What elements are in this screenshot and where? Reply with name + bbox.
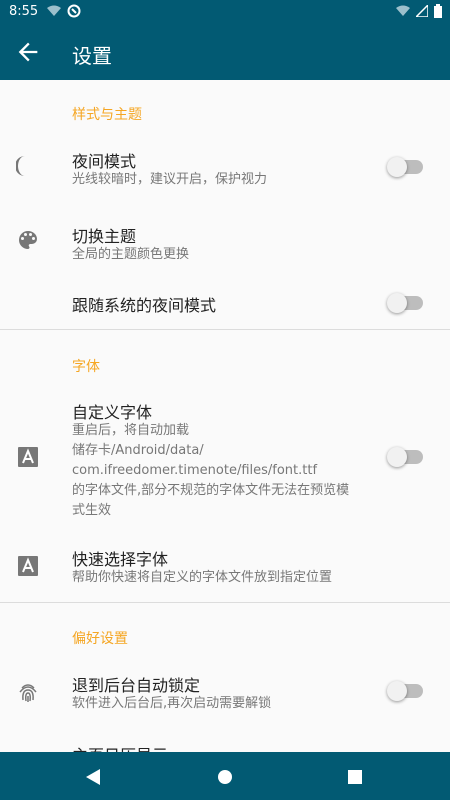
- auto-lock-switch[interactable]: [387, 680, 423, 701]
- palette-icon: [19, 231, 37, 249]
- auto-lock-title: 退到后台自动锁定: [72, 676, 201, 695]
- app-bar: 设置: [0, 24, 450, 80]
- section-title-style: 样式与主题: [72, 107, 142, 123]
- home-circle-icon[interactable]: [214, 766, 236, 788]
- wifi-off-icon: [396, 5, 410, 16]
- section-title-font: 字体: [72, 359, 100, 375]
- divider: [0, 602, 450, 603]
- auto-lock-summary: 软件进入后台后,再次启动需要解锁: [72, 696, 272, 711]
- follow-system-title: 跟随系统的夜间模式: [72, 296, 217, 315]
- back-triangle-icon[interactable]: [82, 766, 104, 788]
- page-title: 设置: [72, 44, 112, 68]
- divider: [0, 329, 450, 330]
- section-title-prefs: 偏好设置: [72, 631, 128, 647]
- wifi-icon: [47, 5, 61, 16]
- follow-system-switch[interactable]: [387, 292, 423, 313]
- setting-auto-lock[interactable]: 退到后台自动锁定 软件进入后台后,再次启动需要解锁: [0, 658, 450, 728]
- night-mode-switch[interactable]: [387, 156, 423, 177]
- custom-font-summary-4: 的字体文件,部分不规范的字体文件无法在预览模: [72, 483, 350, 498]
- custom-font-title: 自定义字体: [72, 403, 153, 422]
- quick-font-title: 快速选择字体: [72, 550, 169, 569]
- setting-theme[interactable]: 切换主题 全局的主题颜色更换: [0, 205, 450, 275]
- status-bar: 8:55: [0, 0, 450, 24]
- night-mode-summary: 光线较暗时，建议开启，保护视力: [72, 172, 268, 187]
- home-show-title: 主页日历显示: [72, 742, 168, 752]
- font-icon: [18, 556, 38, 576]
- setting-quick-font[interactable]: 快速选择字体 帮助你快速将自定义的字体文件放到指定位置: [0, 532, 450, 600]
- status-time: 8:55: [9, 4, 39, 19]
- signal-icon: [416, 5, 428, 17]
- setting-home-show[interactable]: 主页日历显示: [0, 732, 450, 752]
- setting-follow-system[interactable]: 跟随系统的夜间模式: [0, 278, 450, 328]
- recents-square-icon[interactable]: [344, 766, 366, 788]
- battery-icon: [434, 4, 442, 18]
- custom-font-summary-5: 式生效: [72, 503, 112, 518]
- theme-summary: 全局的主题颜色更换: [72, 247, 190, 262]
- custom-font-summary-1: 重启后，将自动加载: [72, 423, 190, 438]
- moon-icon: [16, 156, 25, 176]
- night-mode-title: 夜间模式: [72, 152, 137, 171]
- font-icon: [18, 447, 38, 467]
- quick-font-summary: 帮助你快速将自定义的字体文件放到指定位置: [72, 570, 333, 585]
- fingerprint-icon: [19, 684, 37, 702]
- theme-title: 切换主题: [72, 227, 137, 246]
- settings-list: 样式与主题 夜间模式 光线较暗时，建议开启，保护视力 切换主题 全局的主题颜色更…: [0, 80, 450, 752]
- setting-night-mode[interactable]: 夜间模式 光线较暗时，建议开启，保护视力: [0, 130, 450, 202]
- app-notification-icon: [67, 4, 81, 18]
- custom-font-summary-2: 储存卡/Android/data/: [72, 443, 204, 458]
- custom-font-switch[interactable]: [387, 446, 423, 467]
- custom-font-summary-3: com.ifreedomer.timenote/files/font.ttf: [72, 463, 318, 478]
- navigation-bar: [0, 752, 450, 800]
- back-arrow-icon[interactable]: [14, 38, 42, 66]
- setting-custom-font[interactable]: 自定义字体 重启后，将自动加载 储存卡/Android/data/ com.if…: [0, 385, 450, 525]
